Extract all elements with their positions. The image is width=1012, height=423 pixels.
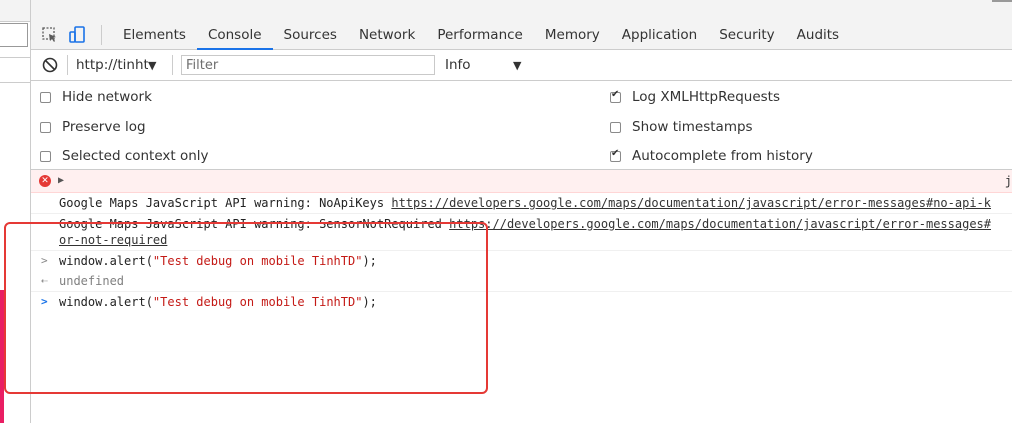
code-token: );: [362, 295, 377, 309]
devtools-tabbar: Elements Console Sources Network Perform…: [31, 21, 1012, 50]
command-code: window.alert("Test debug on mobile TinhT…: [59, 254, 377, 268]
filter-input[interactable]: [181, 55, 435, 75]
hide-network-label: Hide network: [62, 89, 152, 105]
console-messages: ✕ ▶ j Google Maps JavaScript API warning…: [31, 170, 1012, 423]
setting-autocomplete-history[interactable]: Autocomplete from history: [610, 148, 813, 164]
warning-message: Google Maps JavaScript API warning: Sens…: [31, 214, 1012, 251]
tab-performance[interactable]: Performance: [426, 21, 534, 49]
autocomplete-history-checkbox[interactable]: [610, 148, 621, 162]
input-prompt-icon: >: [41, 254, 48, 267]
selected-context-only-label: Selected context only: [62, 148, 209, 164]
corner-line: [992, 0, 1012, 2]
log-xhr-label: Log XMLHttpRequests: [632, 89, 780, 105]
show-timestamps-checkbox[interactable]: [610, 121, 621, 133]
screenshot-root: Elements Console Sources Network Perform…: [0, 0, 1012, 423]
tab-console[interactable]: Console: [196, 21, 273, 50]
page-strip: [0, 0, 31, 423]
hide-network-checkbox[interactable]: [40, 91, 51, 103]
setting-hide-network[interactable]: Hide network: [40, 89, 152, 105]
context-selector[interactable]: http://tinhtc ▼: [76, 57, 164, 73]
tab-application[interactable]: Application: [611, 21, 708, 49]
autocomplete-history-label: Autocomplete from history: [632, 148, 813, 164]
code-token: window.alert(: [59, 254, 153, 268]
toolbar-separator: [172, 55, 173, 75]
console-prompt-line[interactable]: > window.alert("Test debug on mobile Tin…: [31, 292, 1012, 314]
console-settings-panel: Hide network Preserve log Selected conte…: [31, 81, 1012, 170]
chevron-down-icon: ▼: [148, 58, 157, 72]
setting-preserve-log[interactable]: Preserve log: [40, 119, 146, 135]
warning-link-continued[interactable]: or-not-required: [59, 233, 167, 247]
setting-selected-context-only[interactable]: Selected context only: [40, 148, 209, 164]
warning-text: Google Maps JavaScript API warning: NoAp…: [59, 196, 392, 210]
prompt-code: window.alert("Test debug on mobile TinhT…: [59, 295, 377, 309]
result-arrow-icon: ⇠: [41, 274, 48, 287]
code-string: "Test debug on mobile TinhTD": [152, 295, 363, 309]
page-divider: [0, 57, 30, 58]
preserve-log-label: Preserve log: [62, 119, 146, 135]
tab-audits[interactable]: Audits: [786, 21, 850, 49]
result-value: undefined: [59, 274, 125, 288]
error-source-link[interactable]: j: [1005, 174, 1012, 188]
tab-memory[interactable]: Memory: [534, 21, 611, 49]
error-message[interactable]: ✕ ▶ j: [31, 170, 1012, 193]
chevron-down-icon: ▼: [513, 58, 522, 72]
code-token: window.alert(: [59, 295, 153, 309]
tab-security[interactable]: Security: [708, 21, 785, 49]
result-entry: ⇠ undefined: [31, 271, 1012, 292]
clear-console-icon[interactable]: [41, 56, 59, 74]
device-toolbar-icon[interactable]: [67, 24, 89, 46]
tab-sources[interactable]: Sources: [273, 21, 348, 49]
show-timestamps-label: Show timestamps: [632, 119, 753, 135]
code-string: "Test debug on mobile TinhTD": [152, 254, 363, 268]
page-input-fragment[interactable]: [0, 23, 28, 47]
tab-network[interactable]: Network: [348, 21, 426, 49]
log-level-selector[interactable]: Info ▼: [445, 57, 521, 73]
toolbar-separator: [67, 55, 68, 75]
tab-separator: [101, 25, 102, 45]
log-xhr-checkbox[interactable]: [610, 89, 621, 103]
warning-link[interactable]: https://developers.google.com/maps/docum…: [449, 217, 991, 231]
expand-triangle-icon[interactable]: ▶: [58, 175, 64, 186]
log-level-value: Info: [445, 57, 471, 73]
setting-show-timestamps[interactable]: Show timestamps: [610, 119, 753, 135]
warning-link[interactable]: https://developers.google.com/maps/docum…: [391, 196, 991, 210]
selected-context-only-checkbox[interactable]: [40, 150, 51, 162]
console-toolbar: http://tinhtc ▼ Info ▼: [31, 50, 1012, 81]
active-prompt-icon: >: [41, 295, 48, 308]
inspect-element-icon[interactable]: [39, 24, 61, 46]
page-pink-bar: [0, 290, 4, 423]
preserve-log-checkbox[interactable]: [40, 121, 51, 133]
warning-text: Google Maps JavaScript API warning: Sens…: [59, 217, 450, 231]
page-strip-top: [0, 0, 30, 22]
page-divider: [0, 82, 30, 83]
context-selector-value: http://tinhtc: [76, 57, 148, 73]
code-token: );: [362, 254, 377, 268]
error-icon: ✕: [39, 175, 51, 187]
window-top-strip: [31, 0, 1012, 21]
setting-log-xhr[interactable]: Log XMLHttpRequests: [610, 89, 780, 105]
warning-message: Google Maps JavaScript API warning: NoAp…: [31, 193, 1012, 214]
tab-elements[interactable]: Elements: [112, 21, 197, 49]
command-entry: > window.alert("Test debug on mobile Tin…: [31, 251, 1012, 271]
